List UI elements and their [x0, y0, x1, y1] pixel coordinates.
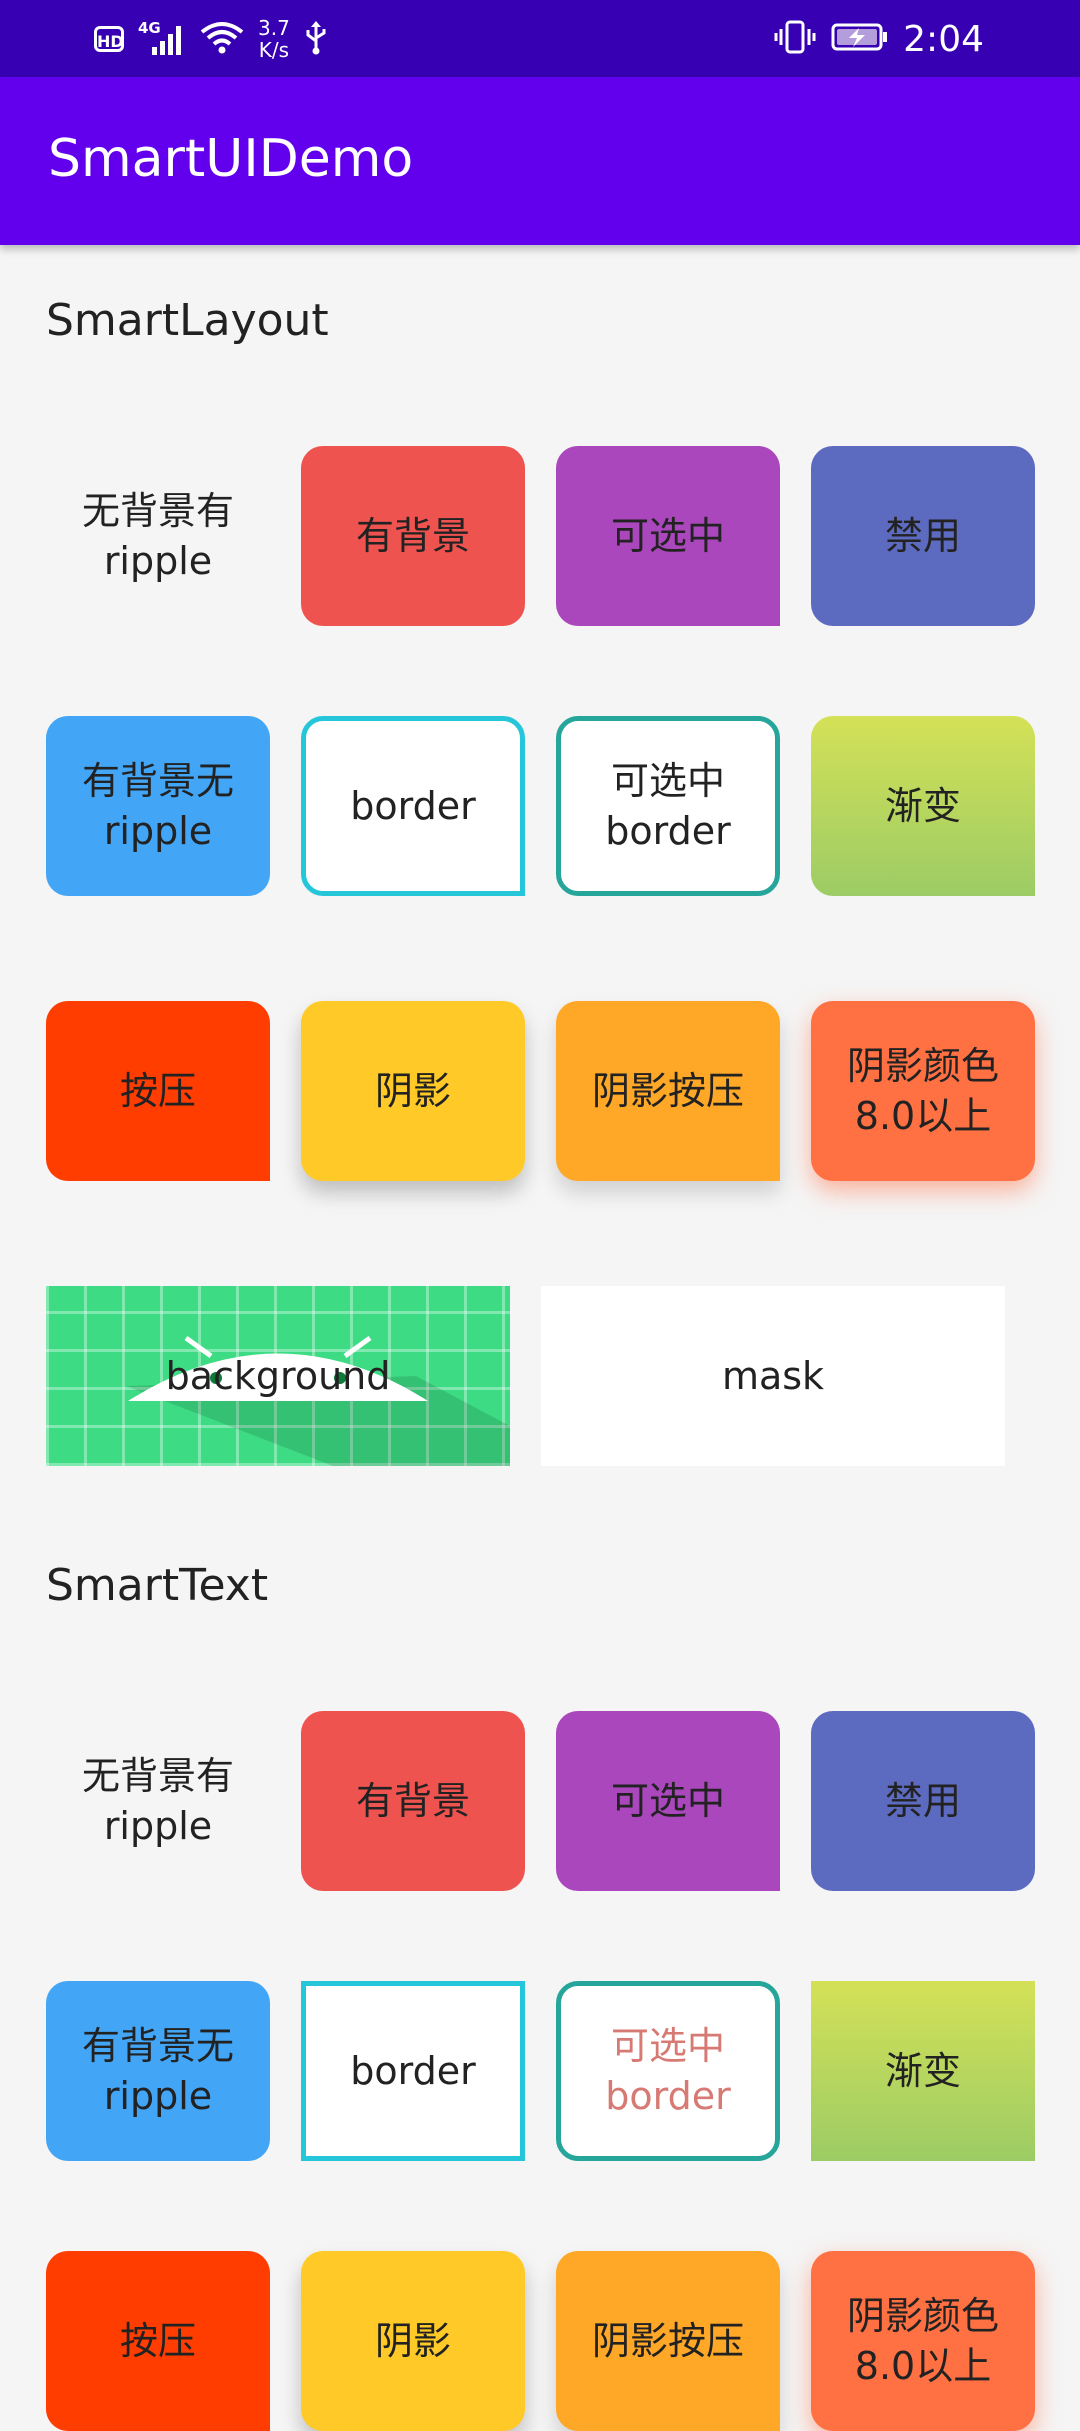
tile-label: 有背景无ripple [81, 759, 234, 853]
tile-label: 可选中border [605, 759, 731, 853]
status-right: 2:04 [773, 14, 984, 64]
speed-unit: K/s [258, 38, 290, 62]
app-bar: SmartUIDemo [0, 77, 1080, 245]
layout-shadow-press[interactable]: 阴影按压 [556, 1001, 780, 1181]
tile-label: 渐变 [884, 784, 961, 828]
tile-label: 有背景 [355, 1779, 470, 1823]
tile-label: 阴影颜色8.0以上 [846, 2294, 999, 2388]
tile-label: 可选中 [610, 514, 725, 558]
battery-charging-icon [831, 22, 889, 56]
tile-label: 禁用 [884, 1779, 961, 1823]
layout-background-image[interactable]: background [46, 1286, 510, 1466]
layout-border[interactable]: border [301, 716, 525, 896]
layout-disabled: 禁用 [811, 446, 1035, 626]
text-press[interactable]: 按压 [46, 2251, 270, 2431]
layout-with-bg[interactable]: 有背景 [301, 446, 525, 626]
layout-selectable-border[interactable]: 可选中border [556, 716, 780, 896]
tile-label: 无背景有ripple [81, 489, 234, 583]
hd-icon: HD [94, 26, 124, 52]
app-title: SmartUIDemo [48, 129, 414, 189]
tile-label: 无背景有ripple [81, 1754, 234, 1848]
tile-label: 阴影颜色8.0以上 [846, 1044, 999, 1138]
tile-label: 可选中 [610, 1779, 725, 1823]
tile-label: 按压 [119, 1069, 196, 1113]
text-disabled: 禁用 [811, 1711, 1035, 1891]
tile-label: 阴影按压 [591, 1069, 744, 1113]
tile-label: mask [721, 1354, 825, 1398]
layout-mask[interactable]: mask [541, 1286, 1005, 1466]
text-selectable-border[interactable]: 可选中border [556, 1981, 780, 2161]
tile-label: 有背景无ripple [81, 2024, 234, 2118]
tile-label: background [165, 1354, 391, 1398]
text-shadow-color[interactable]: 阴影颜色8.0以上 [811, 2251, 1035, 2431]
text-shadow-press[interactable]: 阴影按压 [556, 2251, 780, 2431]
text-shadow[interactable]: 阴影 [301, 2251, 525, 2431]
status-left: HD 4G 3.7 K/s [94, 14, 328, 64]
section-title-smartlayout: SmartLayout [46, 295, 329, 346]
layout-press[interactable]: 按压 [46, 1001, 270, 1181]
wifi-icon [200, 20, 244, 58]
tile-label: 按压 [119, 2319, 196, 2363]
tile-label: 可选中border [605, 2024, 731, 2118]
layout-gradient[interactable]: 渐变 [811, 716, 1035, 896]
section-title-smarttext: SmartText [46, 1560, 269, 1611]
text-bg-no-ripple[interactable]: 有背景无ripple [46, 1981, 270, 2161]
network-speed: 3.7 K/s [258, 17, 290, 61]
tile-label: 阴影按压 [591, 2319, 744, 2363]
text-selectable[interactable]: 可选中 [556, 1711, 780, 1891]
text-ripple-no-bg[interactable]: 无背景有ripple [46, 1711, 270, 1891]
layout-selectable[interactable]: 可选中 [556, 446, 780, 626]
layout-bg-no-ripple[interactable]: 有背景无ripple [46, 716, 270, 896]
layout-ripple-no-bg[interactable]: 无背景有ripple [46, 446, 270, 626]
signal-icon: 4G [138, 19, 186, 57]
text-gradient[interactable]: 渐变 [811, 1981, 1035, 2161]
tile-label: 阴影 [374, 1069, 451, 1113]
vibrate-icon [773, 19, 817, 59]
tile-label: border [350, 2049, 476, 2093]
text-with-bg[interactable]: 有背景 [301, 1711, 525, 1891]
tile-label: 禁用 [884, 514, 961, 558]
speed-value: 3.7 [258, 16, 290, 40]
layout-shadow-color[interactable]: 阴影颜色8.0以上 [811, 1001, 1035, 1181]
tile-label: border [350, 784, 476, 828]
tile-label: 阴影 [374, 2319, 451, 2363]
usb-icon [304, 19, 328, 59]
tile-label: 渐变 [884, 2049, 961, 2093]
status-bar: HD 4G 3.7 K/s 2:04 [0, 0, 1080, 77]
text-border[interactable]: border [301, 1981, 525, 2161]
layout-shadow[interactable]: 阴影 [301, 1001, 525, 1181]
status-time: 2:04 [903, 18, 984, 60]
tile-label: 有背景 [355, 514, 470, 558]
